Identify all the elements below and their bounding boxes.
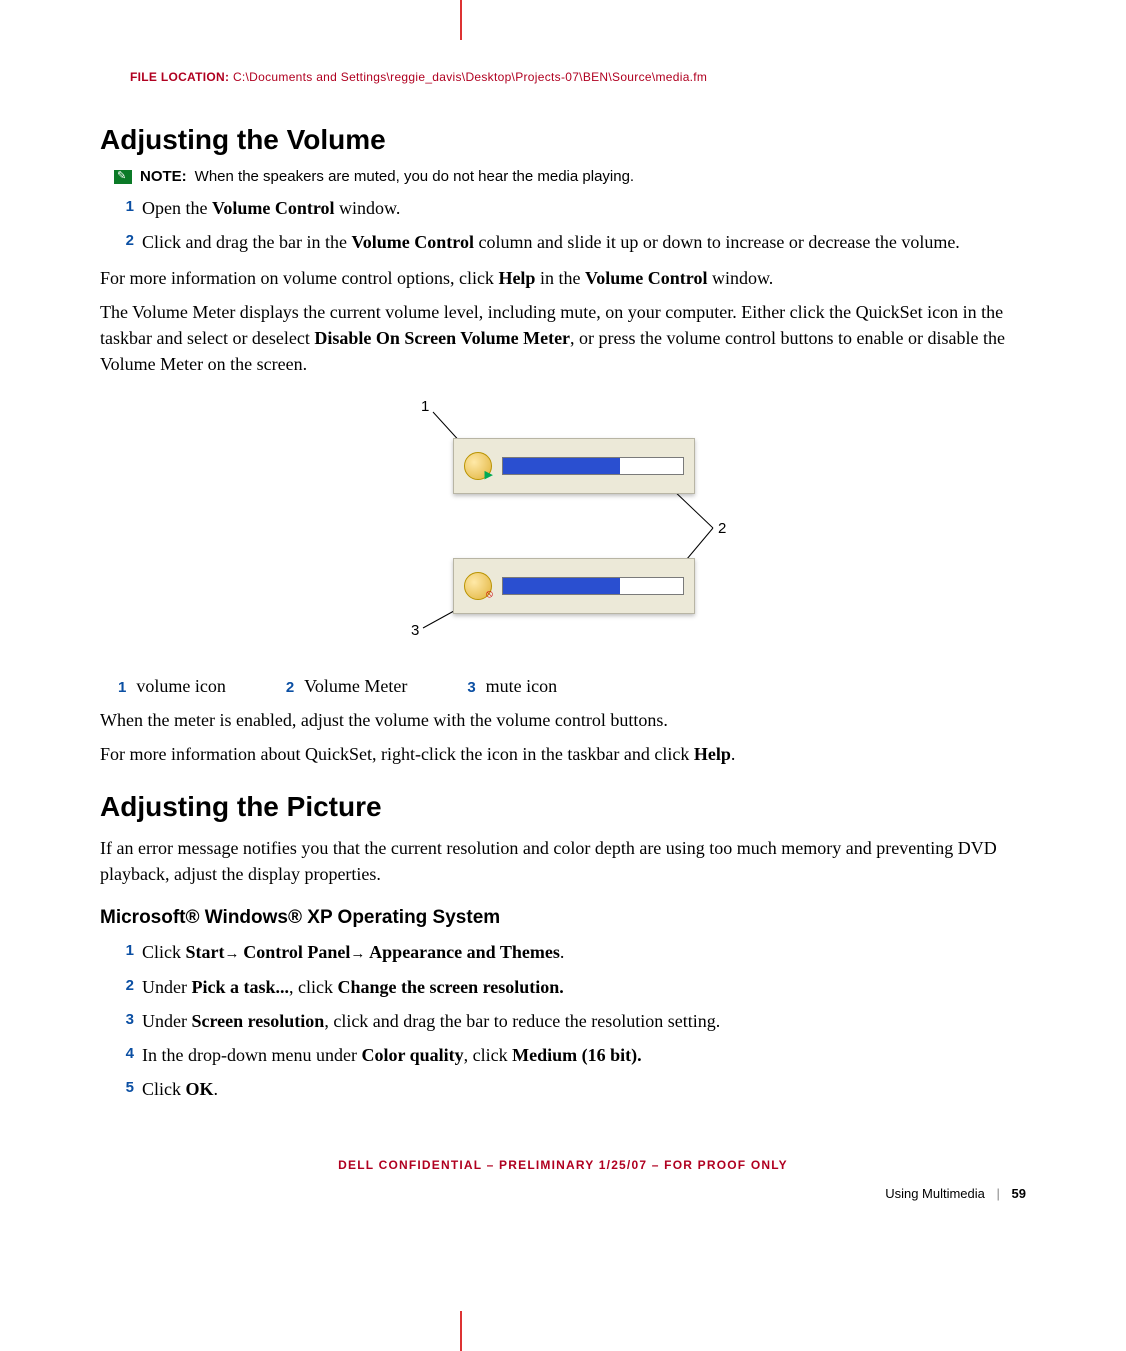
file-location-path: C:\Documents and Settings\reggie_davis\D…	[233, 70, 707, 84]
subheading-win-xp: Microsoft® Windows® XP Operating System	[100, 907, 1026, 929]
volume-meter-bar	[502, 457, 684, 475]
footer-page-number: 59	[1012, 1186, 1026, 1201]
picture-step-3: Under Screen resolution, click and drag …	[114, 1008, 1026, 1034]
page-footer: Using Multimedia | 59	[100, 1186, 1026, 1201]
volume-steps-list: Open the Volume Control window. Click an…	[100, 195, 1026, 255]
volume-para-meter: The Volume Meter displays the current vo…	[100, 299, 1026, 377]
crop-mark-bottom	[460, 1311, 462, 1351]
volume-meter-figure: 1 2 3 ▶ ⦸	[263, 398, 863, 658]
footer-section: Using Multimedia	[885, 1186, 985, 1201]
note-icon	[114, 170, 132, 184]
volume-step-2: Click and drag the bar in the Volume Con…	[114, 229, 1026, 255]
picture-step-5: Click OK.	[114, 1076, 1026, 1102]
legend-item-1: 1 volume icon	[118, 676, 226, 697]
footer-separator: |	[997, 1186, 1000, 1201]
crop-mark-top	[460, 0, 462, 40]
volume-meter-panel-unmuted: ▶	[453, 438, 695, 494]
note-text: When the speakers are muted, you do not …	[195, 168, 634, 185]
picture-step-1: Click Start→ Control Panel→ Appearance a…	[114, 939, 1026, 966]
legend-item-3: 3 mute icon	[467, 676, 557, 697]
volume-meter-panel-muted: ⦸	[453, 558, 695, 614]
picture-para-intro: If an error message notifies you that th…	[100, 835, 1026, 887]
picture-steps-list: Click Start→ Control Panel→ Appearance a…	[100, 939, 1026, 1102]
volume-meter-bar-muted	[502, 577, 684, 595]
callout-3: 3	[411, 622, 419, 639]
volume-para-enabled: When the meter is enabled, adjust the vo…	[100, 707, 1026, 733]
heading-adjusting-volume: Adjusting the Volume	[100, 124, 1026, 156]
callout-2: 2	[718, 520, 726, 537]
picture-step-4: In the drop-down menu under Color qualit…	[114, 1042, 1026, 1068]
figure-legend: 1 volume icon 2 Volume Meter 3 mute icon	[118, 676, 1026, 697]
file-location-header: FILE LOCATION: C:\Documents and Settings…	[130, 70, 1026, 84]
volume-step-1: Open the Volume Control window.	[114, 195, 1026, 221]
file-location-label: FILE LOCATION:	[130, 70, 229, 84]
callout-1: 1	[421, 398, 429, 415]
mute-icon: ⦸	[464, 572, 492, 600]
confidential-banner: DELL CONFIDENTIAL – PRELIMINARY 1/25/07 …	[100, 1158, 1026, 1172]
note-block: NOTE: When the speakers are muted, you d…	[114, 168, 1026, 185]
note-label: NOTE:	[140, 168, 187, 185]
legend-item-2: 2 Volume Meter	[286, 676, 408, 697]
volume-para-help: For more information on volume control o…	[100, 265, 1026, 291]
document-page: FILE LOCATION: C:\Documents and Settings…	[0, 0, 1126, 1351]
volume-para-quickset: For more information about QuickSet, rig…	[100, 741, 1026, 767]
heading-adjusting-picture: Adjusting the Picture	[100, 791, 1026, 823]
picture-step-2: Under Pick a task..., click Change the s…	[114, 974, 1026, 1000]
callout-lines	[263, 398, 863, 658]
volume-icon: ▶	[464, 452, 492, 480]
